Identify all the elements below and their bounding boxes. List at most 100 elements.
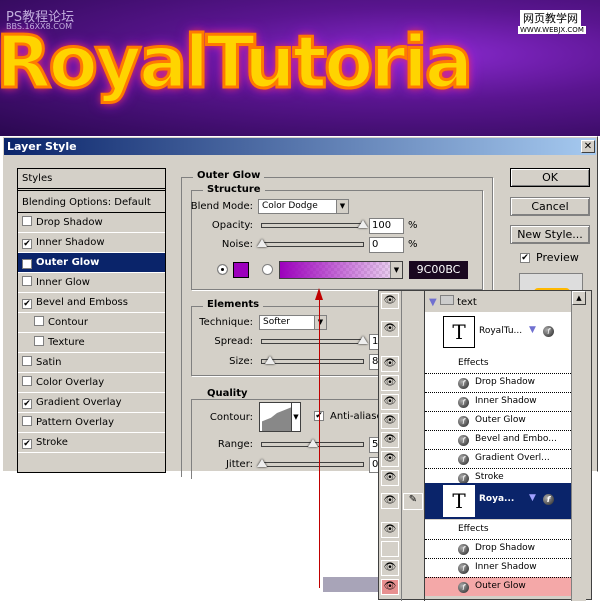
styles-header[interactable]: Styles — [18, 169, 165, 191]
jitter-label: Jitter: — [225, 459, 253, 470]
effect-row[interactable]: f Outer Glow — [425, 411, 571, 430]
scroll-up-icon[interactable]: ▲ — [572, 291, 586, 305]
contour-picker[interactable]: ▼ — [259, 402, 301, 432]
style-checkbox[interactable] — [22, 416, 32, 426]
visibility-eye-icon[interactable] — [381, 541, 399, 557]
effect-row[interactable]: f Inner Shadow — [425, 392, 571, 411]
style-item[interactable]: Drop Shadow — [18, 213, 165, 233]
style-item[interactable]: Color Overlay — [18, 373, 165, 393]
slider-thumb[interactable] — [257, 459, 267, 467]
style-checkbox[interactable] — [22, 356, 32, 366]
effect-row[interactable]: f Drop Shadow — [425, 373, 571, 392]
style-checkbox[interactable]: ✔ — [22, 439, 32, 449]
range-slider[interactable] — [261, 439, 364, 447]
style-item[interactable]: ✔ Stroke — [18, 433, 165, 453]
style-checkbox[interactable]: ✔ — [22, 239, 32, 249]
expand-triangle-icon[interactable]: ▼ — [529, 325, 536, 335]
cancel-button[interactable]: Cancel — [510, 197, 590, 216]
layer-row-selected[interactable]: T Roya... ▼ f — [425, 483, 571, 519]
style-item-label: Drop Shadow — [36, 217, 103, 228]
effects-row[interactable]: Effects — [425, 354, 571, 373]
expand-triangle-icon[interactable]: ▼ — [429, 297, 437, 308]
gradient-picker[interactable]: ▼ — [279, 261, 403, 279]
style-item-label: Inner Shadow — [36, 237, 105, 248]
visibility-eye-icon[interactable]: 👁 — [381, 493, 399, 509]
noise-input[interactable]: 0 — [369, 237, 404, 253]
style-item[interactable]: Pattern Overlay — [18, 413, 165, 433]
layer-row[interactable]: T RoyalTu... ▼ f — [425, 312, 571, 354]
blend-mode-label: Blend Mode: — [190, 201, 253, 212]
style-item[interactable]: ✔ Bevel and Emboss — [18, 293, 165, 313]
effect-row[interactable]: f Gradient Overl... — [425, 449, 571, 468]
style-item[interactable]: ✔ Inner Shadow — [18, 233, 165, 253]
styles-list: Styles Blending Options: Default Drop Sh… — [17, 168, 166, 473]
slider-thumb[interactable] — [358, 220, 368, 228]
group-row[interactable]: ▼ text — [429, 295, 477, 308]
visibility-eye-icon[interactable]: 👁 — [381, 321, 399, 337]
effect-row[interactable]: f Outer Glow — [425, 577, 571, 596]
opacity-input[interactable]: 100 — [369, 218, 404, 234]
effect-name: Bevel and Embo... — [475, 434, 557, 444]
spread-slider[interactable] — [261, 336, 368, 344]
chevron-down-icon: ▼ — [291, 403, 300, 431]
opacity-slider[interactable] — [261, 220, 368, 228]
visibility-eye-icon[interactable]: 👁 — [381, 451, 399, 467]
glow-color-swatch[interactable] — [233, 262, 249, 278]
slider-thumb[interactable] — [308, 439, 318, 447]
style-item[interactable]: Satin — [18, 353, 165, 373]
noise-slider[interactable] — [257, 239, 364, 247]
visibility-eye-icon[interactable]: 👁 — [381, 579, 399, 595]
style-item[interactable]: Inner Glow — [18, 273, 165, 293]
expand-triangle-icon[interactable]: ▼ — [529, 493, 536, 503]
visibility-eye-icon[interactable]: 👁 — [381, 293, 399, 309]
quality-title: Quality — [203, 388, 252, 399]
visibility-eye-icon[interactable]: 👁 — [381, 522, 399, 538]
size-label: Size: — [229, 356, 253, 367]
effect-row[interactable]: f Bevel and Embo... — [425, 430, 571, 449]
solid-color-radio[interactable] — [217, 264, 228, 275]
visibility-eye-icon[interactable]: 👁 — [381, 394, 399, 410]
style-checkbox[interactable] — [34, 316, 44, 326]
ok-button[interactable]: OK — [510, 168, 590, 187]
effects-row[interactable]: Effects — [425, 520, 571, 539]
visibility-eye-icon[interactable]: 👁 — [381, 356, 399, 372]
jitter-slider[interactable] — [257, 459, 364, 467]
style-item-label: Bevel and Emboss — [36, 297, 128, 308]
fx-icon: f — [543, 326, 554, 337]
visibility-eye-icon[interactable]: 👁 — [381, 470, 399, 486]
size-slider[interactable] — [261, 356, 364, 364]
blend-mode-select[interactable]: Color Dodge ▼ — [258, 199, 349, 214]
group-name: text — [457, 297, 477, 308]
style-item[interactable]: ✔ Outer Glow — [18, 253, 165, 273]
slider-thumb[interactable] — [265, 356, 275, 364]
chevron-down-icon: ▼ — [314, 316, 326, 329]
effect-row[interactable]: f Drop Shadow — [425, 539, 571, 558]
elements-title: Elements — [203, 299, 264, 310]
style-checkbox[interactable]: ✔ — [22, 399, 32, 409]
visibility-eye-icon[interactable]: 👁 — [381, 375, 399, 391]
style-item[interactable]: ✔ Gradient Overlay — [18, 393, 165, 413]
preview-checkbox[interactable]: ✔ — [520, 253, 530, 263]
effect-row[interactable]: f Inner Shadow — [425, 558, 571, 577]
gradient-radio[interactable] — [262, 264, 273, 275]
style-checkbox[interactable] — [22, 376, 32, 386]
slider-thumb[interactable] — [358, 336, 368, 344]
style-checkbox[interactable] — [34, 336, 44, 346]
visibility-eye-icon[interactable]: 👁 — [381, 413, 399, 429]
visibility-eye-icon[interactable]: 👁 — [381, 560, 399, 576]
style-checkbox[interactable]: ✔ — [22, 259, 32, 269]
scrollbar[interactable]: ▲ — [571, 291, 586, 601]
slider-thumb[interactable] — [257, 239, 267, 247]
style-checkbox[interactable] — [22, 216, 32, 226]
visibility-eye-icon[interactable]: 👁 — [381, 432, 399, 448]
style-item[interactable]: Texture — [18, 333, 165, 353]
new-style-button[interactable]: New Style... — [510, 225, 590, 244]
title-bar[interactable]: Layer Style ✕ — [4, 138, 596, 155]
technique-select[interactable]: Softer ▼ — [259, 315, 327, 330]
style-checkbox[interactable] — [22, 276, 32, 286]
close-button[interactable]: ✕ — [581, 140, 595, 153]
blending-options[interactable]: Blending Options: Default — [18, 193, 165, 213]
style-checkbox[interactable]: ✔ — [22, 299, 32, 309]
fx-icon: f — [543, 494, 554, 505]
style-item[interactable]: Contour — [18, 313, 165, 333]
